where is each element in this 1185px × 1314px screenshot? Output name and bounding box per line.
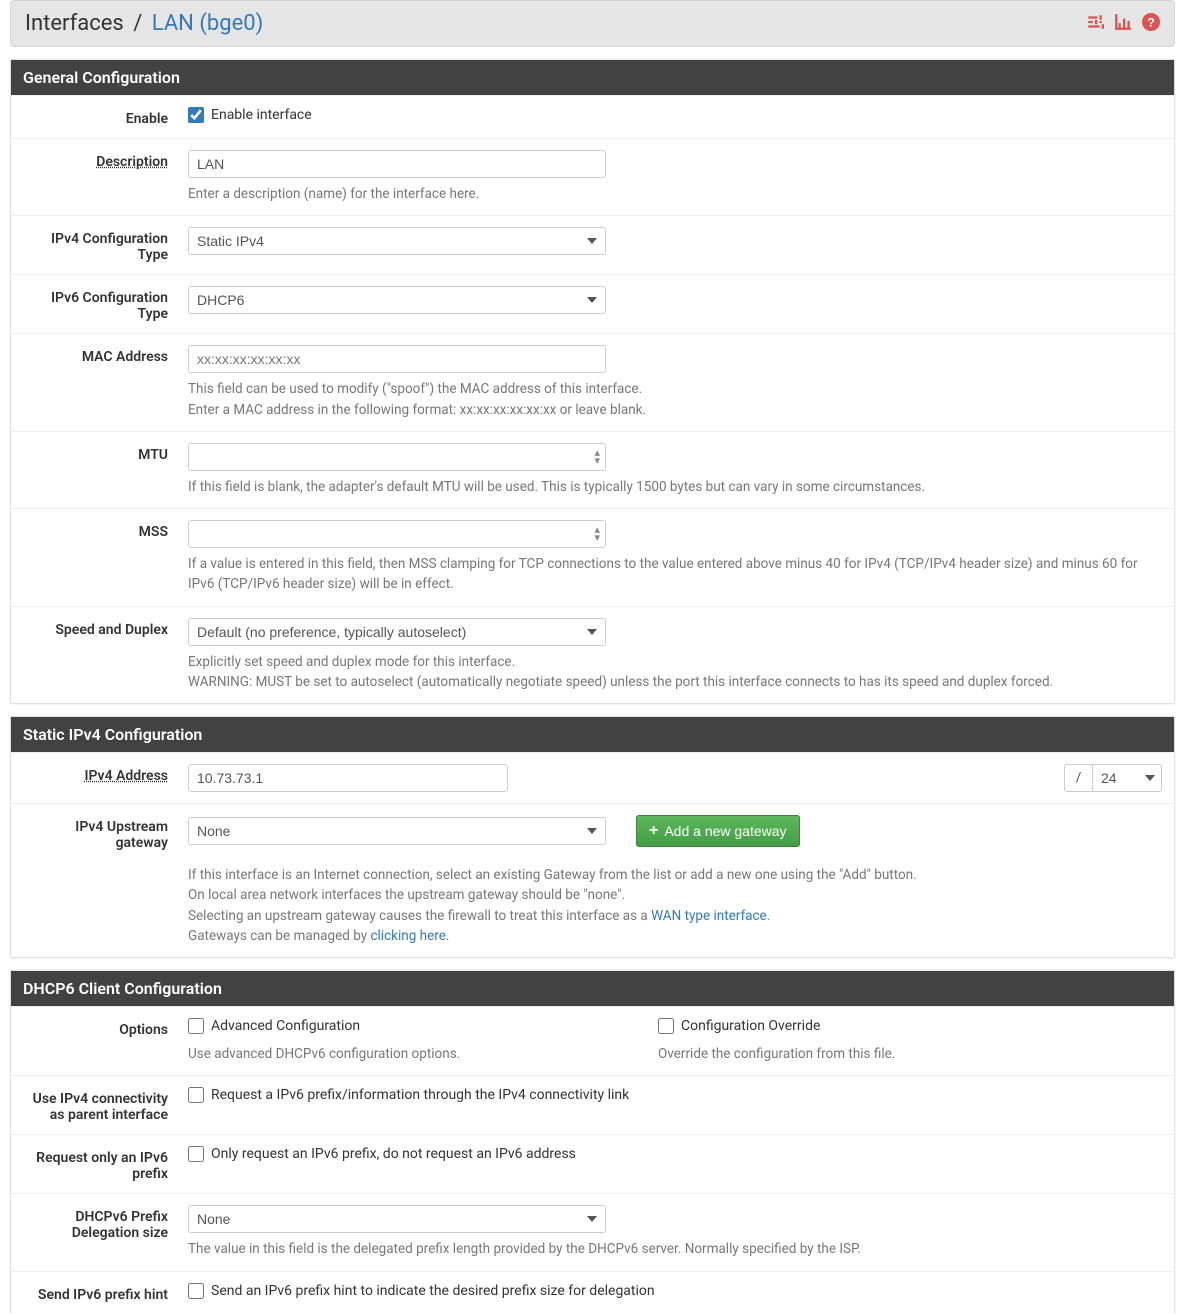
label-options: Options xyxy=(23,1018,188,1038)
config-override-wrap[interactable]: Configuration Override xyxy=(658,1018,820,1034)
prefix-hint-wrap[interactable]: Send an IPv6 prefix hint to indicate the… xyxy=(188,1283,655,1299)
gateway-help1: If this interface is an Internet connect… xyxy=(188,865,1162,885)
config-override-checkbox[interactable] xyxy=(658,1018,674,1034)
speed-help2: WARNING: MUST be set to autoselect (auto… xyxy=(188,672,1162,692)
wan-type-link[interactable]: WAN type interface xyxy=(651,908,767,924)
label-mac: MAC Address xyxy=(23,345,188,365)
label-mtu: MTU xyxy=(23,443,188,463)
ipv6-type-select[interactable]: DHCP6 xyxy=(188,286,606,314)
gateway-help2: On local area network interfaces the ups… xyxy=(188,885,1162,905)
config-override-help: Override the configuration from this fil… xyxy=(658,1044,1162,1064)
mac-help2: Enter a MAC address in the following for… xyxy=(188,400,1162,420)
prefix-hint-label: Send an IPv6 prefix hint to indicate the… xyxy=(211,1283,655,1299)
ipv4-cidr-select[interactable]: 24 xyxy=(1092,764,1162,792)
only-prefix-label: Only request an IPv6 prefix, do not requ… xyxy=(211,1146,576,1162)
breadcrumb-root[interactable]: Interfaces xyxy=(25,11,124,36)
mtu-input[interactable] xyxy=(188,443,606,471)
label-ipv6-type: IPv6 Configuration Type xyxy=(23,286,188,322)
panel-header-general: General Configuration xyxy=(11,60,1174,95)
gateway-help3: Selecting an upstream gateway causes the… xyxy=(188,906,1162,926)
svg-text:?: ? xyxy=(1147,15,1155,29)
label-enable: Enable xyxy=(23,107,188,127)
mss-input[interactable] xyxy=(188,520,606,548)
ipv4-parent-label: Request a IPv6 prefix/information throug… xyxy=(211,1087,629,1103)
breadcrumb-sep: / xyxy=(129,11,146,36)
panel-static-ipv4: Static IPv4 Configuration IPv4 Address /… xyxy=(10,716,1175,958)
clicking-here-link[interactable]: clicking here xyxy=(370,928,445,944)
only-prefix-wrap[interactable]: Only request an IPv6 prefix, do not requ… xyxy=(188,1146,576,1162)
slash-separator: / xyxy=(1064,764,1092,792)
panel-header-dhcp6: DHCP6 Client Configuration xyxy=(11,971,1174,1006)
adv-config-wrap[interactable]: Advanced Configuration xyxy=(188,1018,360,1034)
speed-select[interactable]: Default (no preference, typically autose… xyxy=(188,618,606,646)
pd-size-help: The value in this field is the delegated… xyxy=(188,1239,1162,1259)
label-speed: Speed and Duplex xyxy=(23,618,188,638)
enable-checkbox-wrap[interactable]: Enable interface xyxy=(188,107,312,123)
adv-config-label: Advanced Configuration xyxy=(211,1018,360,1034)
plus-icon: + xyxy=(649,823,658,839)
header-actions: ? xyxy=(1086,13,1160,35)
enable-checkbox[interactable] xyxy=(188,107,204,123)
description-input[interactable] xyxy=(188,150,606,178)
label-description: Description xyxy=(23,150,188,170)
mtu-help: If this field is blank, the adapter's de… xyxy=(188,477,1162,497)
label-pd-size: DHCPv6 Prefix Delegation size xyxy=(23,1205,188,1241)
mac-input[interactable] xyxy=(188,345,606,373)
label-ipv4-parent: Use IPv4 connectivity as parent interfac… xyxy=(23,1087,188,1123)
breadcrumb-leaf[interactable]: LAN (bge0) xyxy=(152,11,263,36)
label-ipv4-type: IPv4 Configuration Type xyxy=(23,227,188,263)
description-help: Enter a description (name) for the inter… xyxy=(188,184,1162,204)
chart-icon[interactable] xyxy=(1114,13,1132,35)
add-gateway-label: Add a new gateway xyxy=(664,823,786,839)
only-prefix-checkbox[interactable] xyxy=(188,1146,204,1162)
label-ipv4-gateway: IPv4 Upstream gateway xyxy=(23,815,188,851)
panel-general: General Configuration Enable Enable inte… xyxy=(10,59,1175,704)
adv-config-checkbox[interactable] xyxy=(188,1018,204,1034)
ipv4-type-select[interactable]: Static IPv4 xyxy=(188,227,606,255)
ipv4-gateway-select[interactable]: None xyxy=(188,817,606,845)
page-header: Interfaces / LAN (bge0) ? xyxy=(10,0,1175,47)
panel-dhcp6: DHCP6 Client Configuration Options Advan… xyxy=(10,970,1175,1314)
adv-config-help: Use advanced DHCPv6 configuration option… xyxy=(188,1044,628,1064)
help-icon[interactable]: ? xyxy=(1142,13,1160,35)
panel-header-static-ipv4: Static IPv4 Configuration xyxy=(11,717,1174,752)
pd-size-select[interactable]: None xyxy=(188,1205,606,1233)
breadcrumb: Interfaces / LAN (bge0) xyxy=(25,11,263,36)
ipv4-address-input[interactable] xyxy=(188,764,508,792)
enable-checkbox-label: Enable interface xyxy=(211,107,312,123)
mss-help: If a value is entered in this field, the… xyxy=(188,554,1162,595)
label-only-prefix: Request only an IPv6 prefix xyxy=(23,1146,188,1182)
label-ipv4-address: IPv4 Address xyxy=(23,764,188,784)
prefix-hint-checkbox[interactable] xyxy=(188,1283,204,1299)
label-mss: MSS xyxy=(23,520,188,540)
speed-help1: Explicitly set speed and duplex mode for… xyxy=(188,652,1162,672)
config-override-label: Configuration Override xyxy=(681,1018,820,1034)
mac-help1: This field can be used to modify ("spoof… xyxy=(188,379,1162,399)
gateway-help4: Gateways can be managed by clicking here… xyxy=(188,926,1162,946)
ipv4-parent-wrap[interactable]: Request a IPv6 prefix/information throug… xyxy=(188,1087,629,1103)
ipv4-parent-checkbox[interactable] xyxy=(188,1087,204,1103)
sliders-icon[interactable] xyxy=(1086,13,1104,35)
add-gateway-button[interactable]: + Add a new gateway xyxy=(636,815,800,847)
label-prefix-hint: Send IPv6 prefix hint xyxy=(23,1283,188,1303)
